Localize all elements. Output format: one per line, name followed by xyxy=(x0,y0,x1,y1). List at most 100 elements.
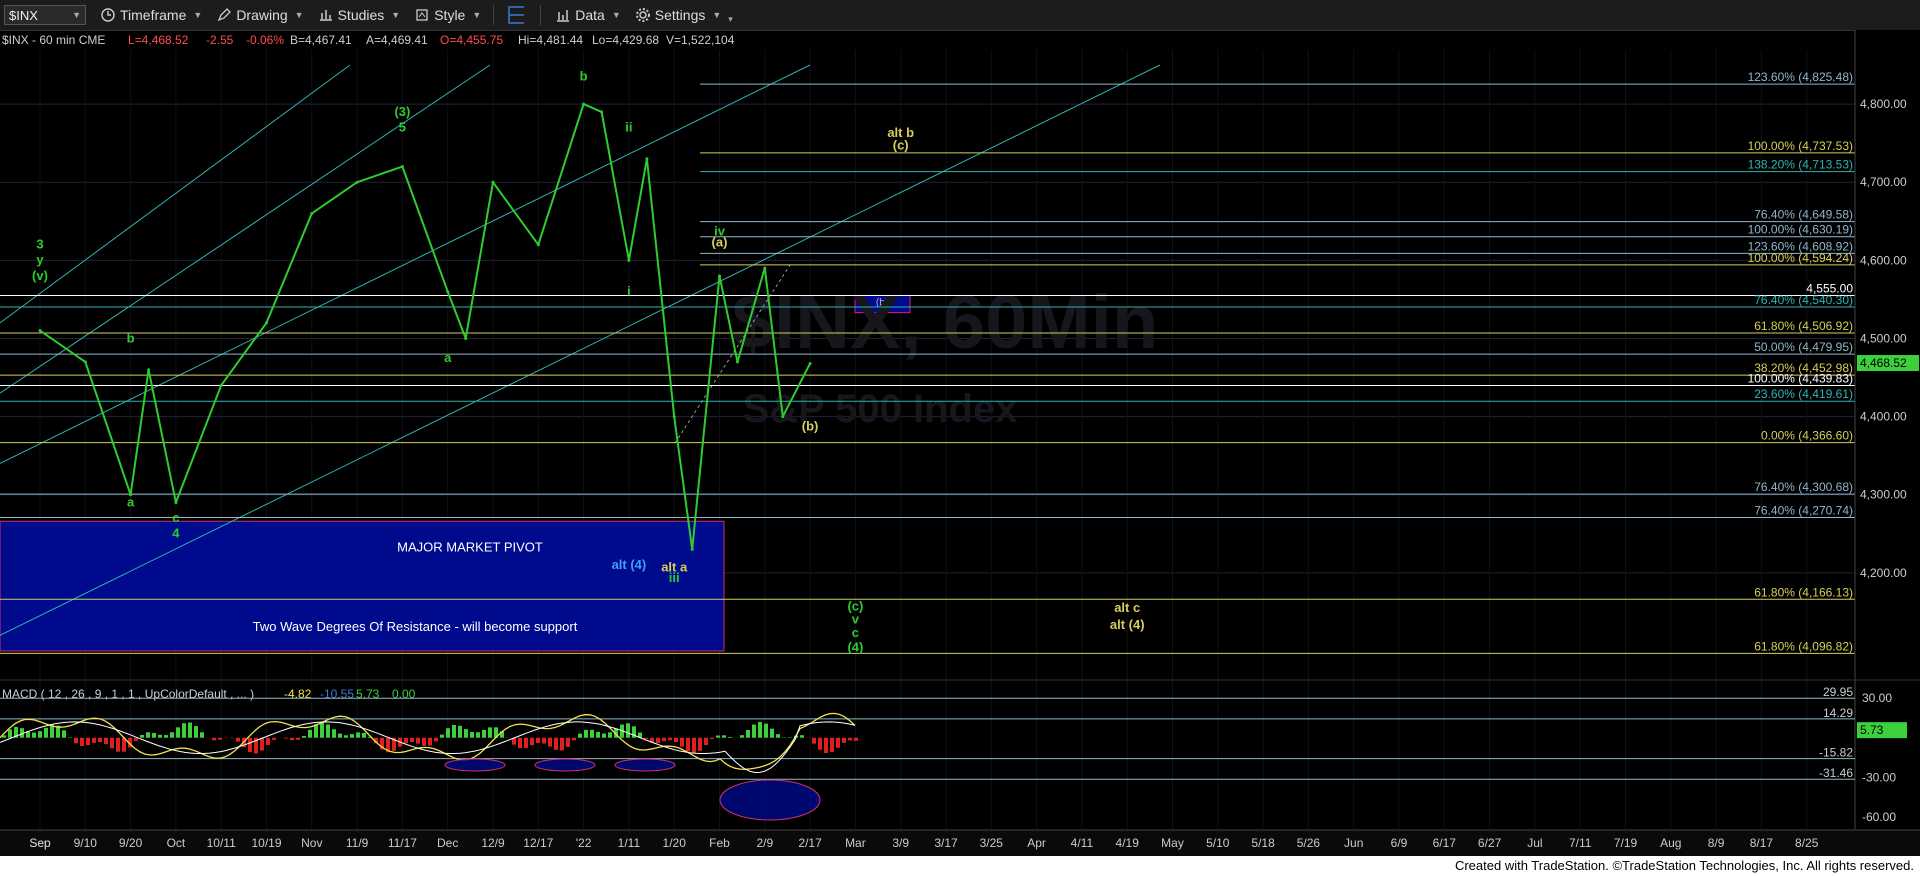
macd-line xyxy=(0,712,856,770)
macd-histogram-bar xyxy=(326,724,330,738)
macd-histogram-bar xyxy=(566,737,570,747)
settings-label: Settings xyxy=(654,7,706,23)
macd-histogram-bar xyxy=(698,737,702,751)
price-point xyxy=(781,415,785,419)
chevron-down-icon[interactable]: ▼ xyxy=(72,10,81,20)
macd-histogram-bar xyxy=(764,723,768,738)
watermark: $INX, 60Min S&P 500 Index xyxy=(732,280,1159,431)
price-point xyxy=(718,274,721,278)
macd-histogram-bar xyxy=(518,737,522,749)
price-point xyxy=(582,102,586,106)
macd-level-label: -15.82 xyxy=(1819,746,1853,760)
wave-label: (b) xyxy=(802,419,819,434)
macd-histogram-bar xyxy=(830,737,834,753)
settings-button[interactable]: Settings ▼ ▾ xyxy=(635,6,733,25)
price-point xyxy=(808,361,812,365)
fib-level-label: 61.80% (4,506.92) xyxy=(1754,319,1853,333)
data-button[interactable]: Data ▼ xyxy=(555,7,621,23)
price-axis-tick: 4,700.00 xyxy=(1860,175,1907,189)
macd-histogram-bar xyxy=(560,737,564,751)
time-axis-tick: 12/17 xyxy=(523,836,553,850)
fib-level-label: 61.80% (4,166.13) xyxy=(1754,585,1853,599)
timeframe-button[interactable]: Timeframe ▼ xyxy=(100,7,202,23)
net-change: -2.55 xyxy=(206,33,234,47)
last-price-badge-label: 4,468.52 xyxy=(1860,356,1907,370)
macd-histogram-bar xyxy=(74,737,78,744)
price-point xyxy=(645,157,649,161)
time-axis-tick: 6/9 xyxy=(1391,836,1408,850)
macd-histogram-bar xyxy=(728,736,732,738)
macd-axis-tick: -30.00 xyxy=(1862,770,1896,784)
watermark-symbol: $INX, 60Min xyxy=(732,280,1159,365)
fib-level-label: 100.00% (4,630.19) xyxy=(1748,223,1853,237)
fib-level-label: 76.40% (4,540.30) xyxy=(1754,293,1853,307)
time-axis-tick: 1/20 xyxy=(663,836,687,850)
volume-value: V=1,522,104 xyxy=(666,33,735,47)
price-axis-tick: 4,800.00 xyxy=(1860,97,1907,111)
price-axis-tick: 4,500.00 xyxy=(1860,331,1907,345)
style-button[interactable]: Style ▼ xyxy=(414,7,481,23)
studies-icon xyxy=(318,7,334,23)
layout-button[interactable] xyxy=(508,6,528,24)
symbol-value: $INX xyxy=(9,7,38,23)
drawing-button[interactable]: Drawing ▼ xyxy=(216,7,304,23)
fib-level-label: 100.00% (4,439.83) xyxy=(1748,371,1853,385)
price-point xyxy=(83,360,87,364)
time-axis-tick: 8/17 xyxy=(1750,836,1774,850)
price-axis-bg xyxy=(1855,30,1920,830)
macd-histogram-bar xyxy=(50,725,54,738)
time-axis-tick: 3/25 xyxy=(980,836,1004,850)
wave-label: y xyxy=(36,252,44,267)
price-axis-tick: 4,600.00 xyxy=(1860,253,1907,267)
macd-histogram-bar xyxy=(704,737,708,746)
macd-histogram-bar xyxy=(332,729,336,738)
wave-label: b xyxy=(127,330,135,345)
macd-histogram-bar xyxy=(314,724,318,738)
time-axis-tick: '22 xyxy=(576,836,592,850)
wave-label: c xyxy=(852,625,859,640)
time-axis-tick: 3/9 xyxy=(892,836,909,850)
macd-histogram-bar xyxy=(440,734,444,738)
price-point xyxy=(147,368,151,372)
wave-label: alt (4) xyxy=(612,557,647,572)
time-axis-tick: 9/10 xyxy=(74,836,98,850)
price-axis: 4,200.00 4,300.00 4,400.00 4,500.00 4,600.00… xyxy=(1854,30,1920,830)
time-axis-tick: 4/11 xyxy=(1071,836,1094,850)
chart-area[interactable]: MAJOR MARKET PIVOT Two Wave Degrees Of Re… xyxy=(0,30,1920,856)
macd-histogram-bar xyxy=(668,737,672,741)
divergence-ellipse xyxy=(444,758,506,772)
studies-label: Studies xyxy=(337,7,385,23)
macd-histogram-bar xyxy=(194,726,198,738)
gear-icon xyxy=(635,7,651,23)
macd-histogram-bar xyxy=(170,732,174,738)
time-axis-tick: Jul xyxy=(1527,836,1542,850)
footer-credit: Created with TradeStation. ©TradeStation… xyxy=(0,856,1920,876)
macd-histogram-bar xyxy=(116,737,120,752)
symbol-info: $INX - 60 min CME xyxy=(2,33,105,47)
price-point xyxy=(310,211,314,215)
macd-histogram-bar xyxy=(824,737,828,754)
macd-histogram-bar xyxy=(746,730,750,738)
macd-histogram-bar xyxy=(110,737,114,749)
price-point xyxy=(690,547,694,551)
macd-histogram-bar xyxy=(422,737,426,746)
time-axis-tick: Oct xyxy=(167,836,186,850)
macd-histogram-bar xyxy=(416,737,420,744)
time-axis-tick: 10/11 xyxy=(207,836,236,850)
macd-histogram-bar xyxy=(722,735,726,738)
wave-label: b xyxy=(580,69,588,84)
macd-histogram-bar xyxy=(152,732,156,738)
chevron-down-icon: ▼ xyxy=(712,10,722,20)
studies-button[interactable]: Studies ▼ xyxy=(318,7,400,23)
toolbar-divider xyxy=(540,5,542,25)
macd-histogram-bar xyxy=(680,737,684,747)
macd-histogram-bar xyxy=(752,724,756,738)
divergence-ellipse xyxy=(534,758,596,772)
macd-histogram-bar xyxy=(542,737,546,744)
chevron-down-icon: ▾ xyxy=(728,13,733,24)
symbol-input[interactable]: $INX ▼ xyxy=(4,5,86,25)
macd-histogram-bar xyxy=(320,722,324,738)
macd-histogram-bar xyxy=(86,737,90,746)
macd-histogram-bar xyxy=(344,735,348,738)
fib-level-label: 123.60% (4,825.48) xyxy=(1748,70,1853,84)
